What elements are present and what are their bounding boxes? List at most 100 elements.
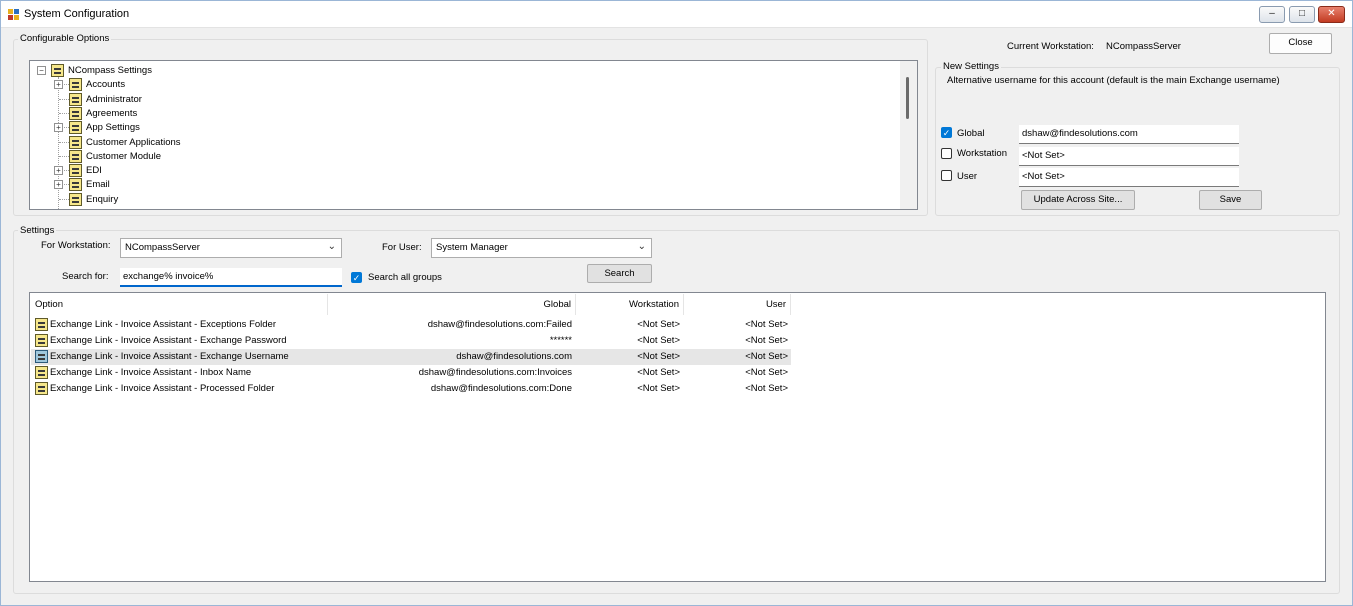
cell-global: dshaw@findesolutions.com:Invoices [418,367,572,378]
tree-item-label: Accounts [86,79,126,91]
settings-list[interactable]: Option Global Workstation User Exchange … [29,292,1326,582]
cell-option: Exchange Link - Invoice Assistant - Proc… [50,383,275,394]
for-workstation-value: NCompassServer [125,242,200,253]
setting-icon [35,350,48,363]
tree-item-label: Enquiry [86,193,119,205]
cell-global: dshaw@findesolutions.com:Done [430,383,572,394]
maximize-button[interactable]: □ [1289,6,1315,23]
user-label: User [957,171,978,182]
cell-user: <Not Set> [745,351,788,362]
workstation-value-field[interactable]: <Not Set> [1019,147,1239,166]
folder-icon [69,178,82,192]
table-row[interactable]: Exchange Link - Invoice Assistant - Proc… [31,381,791,397]
close-window-button[interactable]: ✕ [1318,6,1345,23]
for-user-select[interactable]: System Manager ⌄ [431,238,652,258]
tree-item-label: Administrator [86,93,142,105]
setting-icon [35,382,48,395]
close-button[interactable]: Close [1269,33,1332,54]
cell-option: Exchange Link - Invoice Assistant - Exch… [50,351,289,362]
cell-user: <Not Set> [745,383,788,394]
expand-icon[interactable]: + [54,166,63,176]
cell-option: Exchange Link - Invoice Assistant - Inbo… [50,367,252,378]
folder-icon [69,121,82,135]
cell-option: Exchange Link - Invoice Assistant - Exce… [50,319,277,330]
table-row[interactable]: Exchange Link - Invoice Assistant - Exch… [31,333,791,349]
current-workstation-label: Current Workstation: [1007,41,1094,52]
global-checkbox[interactable]: ✓ [941,127,952,138]
for-workstation-label: For Workstation: [41,240,111,251]
cell-global: dshaw@findesolutions.com [456,351,572,362]
folder-icon [69,192,82,206]
for-user-label: For User: [382,242,422,253]
global-value-field[interactable]: dshaw@findesolutions.com [1019,125,1239,144]
table-row[interactable]: Exchange Link - Invoice Assistant - Exch… [31,349,791,365]
workstation-label: Workstation [957,148,1007,159]
cell-workstation: <Not Set> [637,351,680,362]
cell-user: <Not Set> [745,319,788,330]
cell-global: dshaw@findesolutions.com:Failed [427,319,572,330]
app-icon [8,9,19,20]
column-header-workstation[interactable]: Workstation [576,294,684,315]
folder-icon [69,92,82,106]
global-label: Global [957,128,985,139]
tree-item-label: Customer Applications [86,136,181,148]
tree-scroll-thumb[interactable] [906,77,909,119]
folder-icon [69,106,82,120]
folder-icon [69,149,82,163]
setting-icon [35,366,48,379]
folder-icon [69,78,82,92]
window-title: System Configuration [24,8,130,20]
expand-icon[interactable]: + [54,80,63,90]
new-settings-label: New Settings [941,61,1001,72]
new-settings-description: Alternative username for this account (d… [947,75,1280,86]
for-user-value: System Manager [436,242,508,253]
tree-item-label: Email [86,179,110,191]
expand-icon[interactable]: + [54,180,63,190]
search-button[interactable]: Search [587,264,652,283]
cell-workstation: <Not Set> [637,319,680,330]
column-header-user[interactable]: User [684,294,791,315]
column-header-global[interactable]: Global [328,294,576,315]
expand-icon[interactable]: + [54,123,63,133]
search-input[interactable]: exchange% invoice% [120,268,342,287]
tree-item-label: EDI [86,165,102,177]
cell-workstation: <Not Set> [637,335,680,346]
cell-user: <Not Set> [745,367,788,378]
workstation-checkbox[interactable] [941,148,952,159]
tree-root-label: NCompass Settings [68,65,152,76]
chevron-down-icon: ⌄ [637,241,646,252]
cell-option: Exchange Link - Invoice Assistant - Exch… [50,335,287,346]
settings-label: Settings [18,225,57,236]
minimize-button[interactable]: – [1259,6,1285,23]
chevron-down-icon: ⌄ [327,241,336,252]
search-for-label: Search for: [62,271,109,282]
column-header-option[interactable]: Option [31,294,328,315]
cell-user: <Not Set> [745,335,788,346]
system-configuration-window: System Configuration – □ ✕ Configurable … [0,0,1353,606]
settings-tree[interactable]: − NCompass Settings + Accounts Administrator… [29,60,918,210]
user-checkbox[interactable] [941,170,952,181]
folder-icon [51,64,64,77]
current-workstation-value: NCompassServer [1106,41,1181,52]
for-workstation-select[interactable]: NCompassServer ⌄ [120,238,342,258]
collapse-icon[interactable]: − [37,66,46,75]
tree-item-label: App Settings [86,122,140,134]
folder-icon [69,164,82,178]
configurable-options-label: Configurable Options [18,33,112,44]
update-across-site-button[interactable]: Update Across Site... [1021,190,1135,210]
cell-workstation: <Not Set> [637,383,680,394]
setting-icon [35,334,48,347]
title-bar[interactable]: System Configuration – □ ✕ [1,1,1352,28]
table-row[interactable]: Exchange Link - Invoice Assistant - Inbo… [31,365,791,381]
save-button[interactable]: Save [1199,190,1262,210]
cell-global: ****** [549,335,572,346]
tree-item-label: Agreements [86,107,138,119]
folder-icon [69,135,82,149]
search-all-groups-label: Search all groups [368,272,442,283]
tree-guide-line [58,77,59,209]
table-row[interactable]: Exchange Link - Invoice Assistant - Exce… [31,317,791,333]
search-all-groups-checkbox[interactable]: ✓ [351,272,362,283]
tree-item-label: Customer Module [86,150,161,162]
tree-scrollbar[interactable] [900,61,917,209]
user-value-field[interactable]: <Not Set> [1019,168,1239,187]
